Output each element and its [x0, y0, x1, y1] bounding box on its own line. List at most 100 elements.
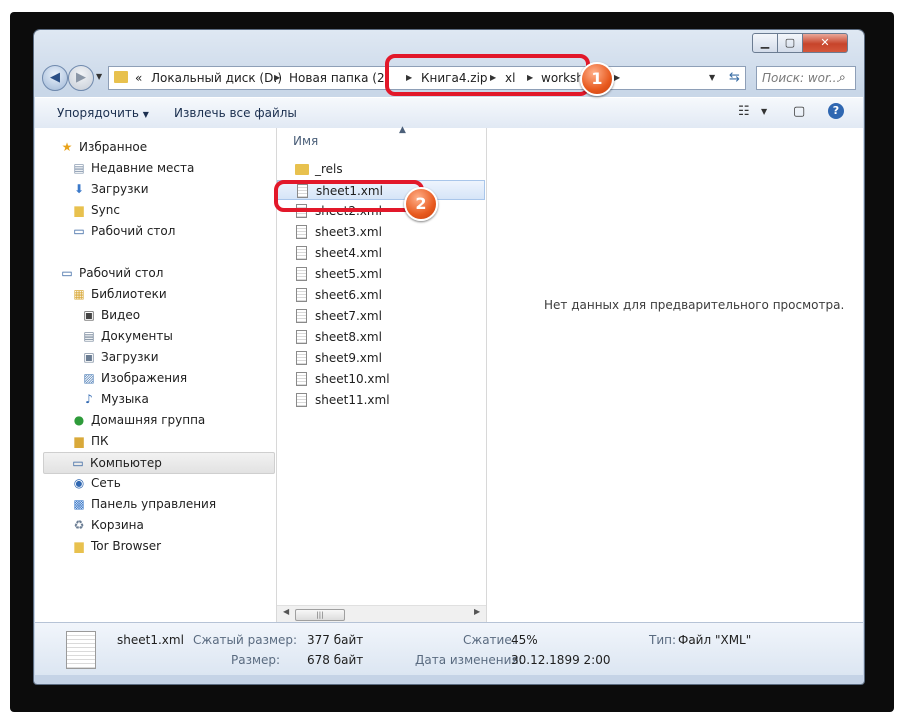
list-item[interactable]: sheet9.xml [277, 348, 485, 368]
list-item[interactable]: sheet7.xml [277, 306, 485, 326]
recent-pages-dropdown-icon[interactable]: ▼ [96, 72, 102, 81]
sidebar-item-recent-places[interactable]: ▤ Недавние места [71, 158, 194, 178]
sidebar-item-computer[interactable]: ▭ Компьютер [43, 452, 275, 474]
preview-pane-icon[interactable]: ▢ [793, 104, 805, 119]
search-input[interactable]: Поиск: wor... ⌕ [756, 66, 856, 90]
downloads-icon: ▣ [83, 350, 95, 364]
breadcrumb-local-disk[interactable]: Локальный диск (D:) [151, 71, 282, 85]
ratio-value: 45% [511, 633, 538, 647]
list-item[interactable]: sheet11.xml [277, 390, 485, 410]
sidebar-item-desktop[interactable]: ▭ Рабочий стол [59, 263, 163, 283]
extract-all-button[interactable]: Извлечь все файлы [174, 106, 297, 120]
column-header-name[interactable]: Имя ▲ [277, 125, 486, 150]
list-item[interactable]: sheet4.xml [277, 243, 485, 263]
file-name: sheet9.xml [315, 351, 382, 365]
control-panel-icon: ▩ [73, 497, 85, 511]
sidebar-item-documents[interactable]: ▤ Документы [81, 326, 172, 346]
sidebar-item-network[interactable]: ◉ Сеть [71, 473, 121, 493]
sidebar-item-music[interactable]: ♪ Музыка [81, 389, 149, 409]
scroll-right-icon[interactable]: ▶ [474, 607, 480, 616]
sidebar-item-label: Изображения [101, 371, 188, 385]
list-item[interactable]: sheet5.xml [277, 264, 485, 284]
sidebar-item-recycle-bin[interactable]: ♻ Корзина [71, 515, 144, 535]
file-name: sheet10.xml [315, 372, 390, 386]
sidebar-item-label: Избранное [79, 140, 148, 154]
documents-icon: ▤ [83, 329, 95, 343]
scroll-left-icon[interactable]: ◀ [283, 607, 289, 616]
list-item[interactable]: sheet10.xml [277, 369, 485, 389]
sidebar-item-label: Sync [91, 203, 120, 217]
search-placeholder: Поиск: wor... [762, 71, 841, 85]
sidebar-item-desktop-fav[interactable]: ▭ Рабочий стол [71, 221, 175, 241]
sidebar-item-libraries[interactable]: ▦ Библиотеки [71, 284, 167, 304]
list-item[interactable]: sheet8.xml [277, 327, 485, 347]
back-button[interactable]: ◀ [42, 65, 68, 91]
view-options-icon[interactable]: ☷ [738, 104, 750, 119]
sidebar-item-label: Рабочий стол [79, 266, 164, 280]
arrow-left-icon: ◀ [50, 70, 60, 85]
navigation-pane: ★ Избранное ▤ Недавние места ⬇ Загрузки ▆ Sy… [35, 128, 275, 622]
chevron-right-icon[interactable]: ▶ [274, 73, 280, 82]
explorer-window: ▁ ▢ ✕ ◀ ▶ ▼ « Локальный диск (D:) ▶ Нова… [34, 30, 864, 684]
help-button[interactable]: ? [828, 103, 844, 119]
sidebar-item-label: Загрузки [91, 182, 149, 196]
annotation-highlight-file [274, 180, 424, 212]
homegroup-icon: ● [73, 413, 85, 427]
file-name: sheet6.xml [315, 288, 382, 302]
sidebar-item-pc[interactable]: ▆ ПК [71, 431, 108, 451]
list-item[interactable]: sheet3.xml [277, 222, 485, 242]
command-bar: Упорядочить ▼ Извлечь все файлы ☷ ▼ ▢ ? [35, 97, 863, 129]
sidebar-item-downloads[interactable]: ⬇ Загрузки [71, 179, 149, 199]
scrollbar-thumb[interactable]: ||| [295, 609, 345, 621]
search-icon[interactable]: ⌕ [839, 70, 846, 85]
maximize-button[interactable]: ▢ [777, 33, 803, 53]
video-icon: ▣ [83, 308, 95, 322]
content-area: ★ Избранное ▤ Недавние места ⬇ Загрузки ▆ Sy… [35, 125, 863, 623]
address-dropdown-icon[interactable]: ▼ [709, 73, 715, 82]
arrow-right-icon: ▶ [76, 70, 86, 85]
list-item[interactable]: _rels [277, 159, 485, 179]
sidebar-item-control-panel[interactable]: ▩ Панель управления [71, 494, 216, 514]
compressed-size-value: 377 байт [307, 633, 364, 647]
file-name: sheet8.xml [315, 330, 382, 344]
sidebar-item-pictures[interactable]: ▨ Изображения [81, 368, 187, 388]
minimize-button[interactable]: ▁ [752, 33, 778, 53]
recycle-bin-icon: ♻ [73, 518, 85, 532]
xml-file-icon [296, 372, 307, 386]
chevron-down-icon[interactable]: ▼ [761, 107, 767, 116]
file-name: sheet11.xml [315, 393, 390, 407]
xml-file-icon [296, 246, 307, 260]
chevron-right-icon[interactable]: ▶ [614, 73, 620, 82]
xml-file-icon [296, 351, 307, 365]
annotation-highlight-breadcrumb [385, 54, 590, 96]
sidebar-item-favorites[interactable]: ★ Избранное [59, 137, 148, 157]
horizontal-scrollbar[interactable]: ◀ ||| ▶ [277, 605, 486, 623]
file-name: _rels [315, 162, 343, 176]
xml-file-icon [296, 267, 307, 281]
xml-file-icon [296, 309, 307, 323]
forward-button[interactable]: ▶ [68, 65, 94, 91]
sidebar-item-tor-browser[interactable]: ▆ Tor Browser [71, 536, 161, 556]
sidebar-item-video[interactable]: ▣ Видео [81, 305, 140, 325]
sidebar-item-downloads-lib[interactable]: ▣ Загрузки [81, 347, 159, 367]
sidebar-item-label: Рабочий стол [91, 224, 176, 238]
sidebar-item-label: Загрузки [101, 350, 159, 364]
close-button[interactable]: ✕ [802, 33, 848, 53]
refresh-icon[interactable]: ⇆ [729, 70, 740, 85]
organize-button[interactable]: Упорядочить ▼ [57, 106, 149, 120]
sidebar-item-homegroup[interactable]: ● Домашняя группа [71, 410, 206, 430]
downloads-icon: ⬇ [73, 182, 85, 196]
preview-message: Нет данных для предварительного просмотр… [544, 298, 845, 312]
xml-file-icon [296, 330, 307, 344]
sidebar-item-label: Корзина [91, 518, 144, 532]
computer-icon: ▭ [72, 456, 84, 470]
breadcrumb-overflow[interactable]: « [135, 71, 142, 85]
sidebar-item-sync[interactable]: ▆ Sync [71, 200, 120, 220]
list-item[interactable]: sheet6.xml [277, 285, 485, 305]
file-name: sheet4.xml [315, 246, 382, 260]
music-icon: ♪ [85, 392, 93, 406]
breadcrumb-new-folder[interactable]: Новая папка (2) [289, 71, 389, 85]
sidebar-item-label: Библиотеки [91, 287, 167, 301]
type-value: Файл "XML" [678, 633, 752, 647]
modified-value: 30.12.1899 2:00 [511, 653, 611, 667]
